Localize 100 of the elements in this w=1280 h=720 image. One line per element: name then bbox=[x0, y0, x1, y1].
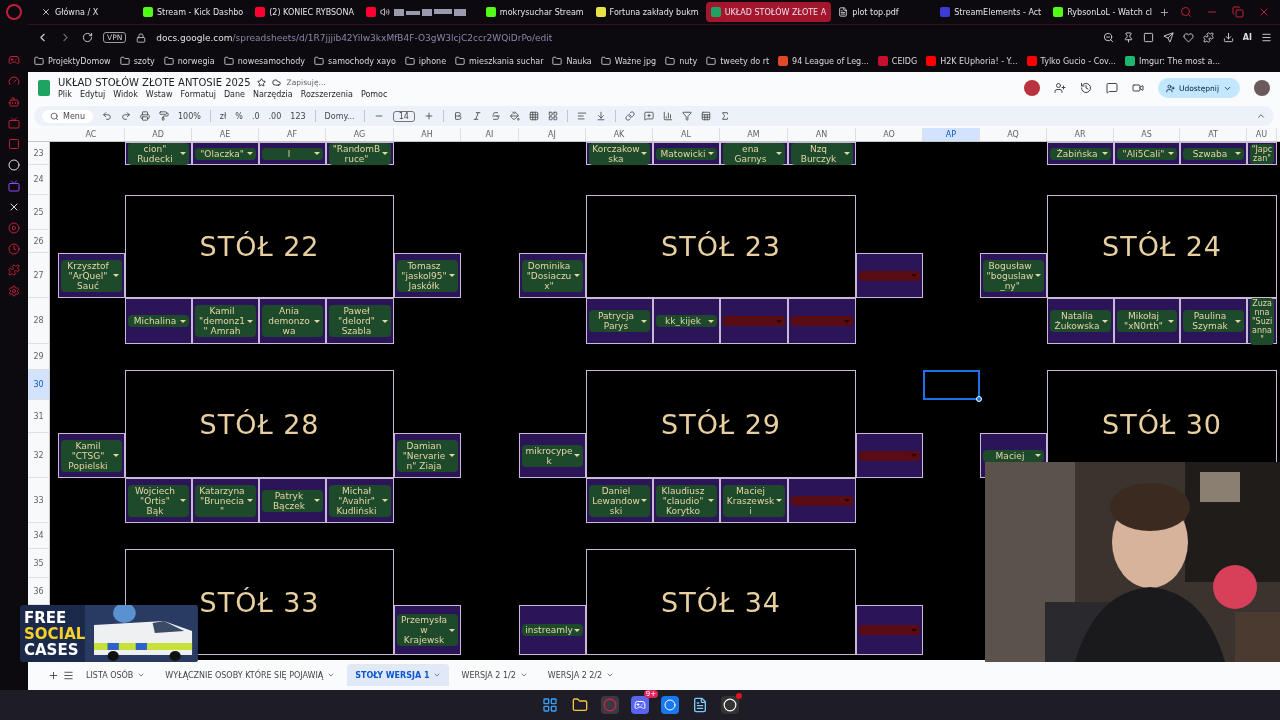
sheet-tab[interactable]: LISTA OSÓB bbox=[78, 664, 154, 686]
print-icon[interactable] bbox=[139, 111, 150, 121]
name-dropdown-chip[interactable]: "Japczan" bbox=[1250, 143, 1274, 164]
vertical-align-icon[interactable] bbox=[595, 111, 606, 121]
name-dropdown-chip[interactable]: Paulina Szymak bbox=[1183, 310, 1244, 332]
start-icon[interactable] bbox=[541, 696, 559, 714]
row-number[interactable]: 36 bbox=[28, 578, 50, 605]
column-header[interactable]: AR bbox=[1047, 128, 1114, 141]
x-icon[interactable] bbox=[8, 201, 20, 213]
menu-item[interactable]: Narzędzia bbox=[253, 90, 293, 99]
name-dropdown-chip[interactable]: Mikołaj "xN0rth" bbox=[1117, 310, 1177, 332]
chat-app-icon[interactable] bbox=[631, 696, 649, 714]
column-header[interactable]: AI bbox=[461, 128, 519, 141]
tv-icon[interactable] bbox=[8, 117, 20, 129]
all-sheets-icon[interactable] bbox=[63, 669, 74, 681]
column-header[interactable]: AH bbox=[394, 128, 461, 141]
collapse-icon[interactable] bbox=[1256, 111, 1266, 121]
decrease-decimal-button[interactable]: .0 bbox=[251, 111, 260, 121]
fill-color-icon[interactable] bbox=[509, 111, 520, 121]
row-number[interactable]: 23 bbox=[28, 142, 50, 165]
star-icon[interactable] bbox=[256, 78, 266, 87]
browser-tab[interactable]: Stream - Kick Dashbo bbox=[138, 2, 249, 22]
circle-icon[interactable] bbox=[8, 159, 20, 171]
menu-item[interactable]: Pomoc bbox=[360, 90, 388, 99]
menu-item[interactable]: Plik bbox=[58, 90, 72, 99]
filter-view-icon[interactable] bbox=[700, 111, 711, 121]
name-dropdown-chip[interactable]: Żabińska bbox=[1050, 147, 1111, 160]
row-number[interactable]: 28 bbox=[28, 298, 50, 344]
name-dropdown-chip[interactable]: Korczakowska bbox=[589, 142, 650, 165]
menu-icon[interactable] bbox=[1261, 32, 1272, 43]
bold-icon[interactable] bbox=[452, 111, 463, 121]
chart-icon[interactable] bbox=[662, 111, 673, 121]
square-icon[interactable] bbox=[8, 138, 20, 150]
menu-item[interactable]: Edytuj bbox=[79, 90, 106, 99]
name-dropdown-chip[interactable]: Klaudiusz "claudio" Korytko bbox=[656, 484, 717, 517]
sheet-tab[interactable]: WYŁĄCZNIE OSOBY KTÓRE SIĘ POJAWIĄ bbox=[157, 664, 344, 686]
social-app-icon[interactable] bbox=[661, 696, 679, 714]
menu-item[interactable]: Wstaw bbox=[145, 90, 173, 99]
name-dropdown-chip[interactable]: instreamly bbox=[522, 624, 583, 636]
name-dropdown-chip[interactable]: "Ali5Cali" bbox=[1117, 147, 1177, 160]
name-dropdown-chip[interactable]: cion" Rudecki bbox=[128, 142, 189, 165]
document-title[interactable]: UKŁAD STOŁÓW ZŁOTE ANTOSIE 2025 bbox=[58, 77, 251, 88]
functions-icon[interactable] bbox=[719, 111, 730, 121]
menu-item[interactable]: Formatuj bbox=[180, 90, 216, 99]
strikethrough-icon[interactable] bbox=[490, 111, 501, 121]
name-dropdown-chip[interactable]: Krzysztof "ArQuel" Sauć bbox=[61, 259, 122, 292]
name-dropdown-chip[interactable]: Paweł "delord" Szabla bbox=[329, 305, 391, 337]
robot-icon[interactable] bbox=[8, 96, 20, 108]
undo-icon[interactable] bbox=[101, 111, 112, 121]
column-header[interactable]: AT bbox=[1180, 128, 1247, 141]
history-icon[interactable] bbox=[1080, 82, 1092, 94]
name-dropdown-chip[interactable]: ena Garnys bbox=[723, 142, 785, 165]
menu-item[interactable]: Dane bbox=[223, 90, 245, 99]
browser-tab[interactable]: RybsonLoL - Watch cl bbox=[1048, 2, 1158, 22]
browser-tab[interactable]: UKŁAD STOŁÓW ZŁOTE A bbox=[705, 2, 832, 22]
column-header[interactable]: AK bbox=[586, 128, 653, 141]
browser-logo-icon[interactable] bbox=[6, 4, 22, 20]
column-header[interactable]: AF bbox=[259, 128, 326, 141]
send-icon[interactable] bbox=[1162, 32, 1174, 43]
bookmark[interactable]: nuty bbox=[665, 56, 698, 66]
collaborator-icon[interactable] bbox=[1054, 82, 1066, 94]
menu-item[interactable]: Rozszerzenia bbox=[300, 90, 353, 99]
name-dropdown-chip[interactable]: Ania demonzowa bbox=[262, 305, 323, 337]
bookmark[interactable]: tweety do rt bbox=[706, 56, 770, 66]
name-dropdown-chip[interactable]: "Olaczka" bbox=[195, 147, 256, 160]
name-dropdown-chip[interactable]: Wojciech "Ortis" Bąk bbox=[128, 484, 189, 517]
row-number[interactable]: 30 bbox=[28, 370, 50, 400]
name-dropdown-chip[interactable]: l bbox=[262, 147, 323, 160]
bookmark[interactable]: Nauka bbox=[552, 56, 592, 66]
paint-format-icon[interactable] bbox=[158, 111, 169, 121]
tv-icon[interactable] bbox=[8, 180, 20, 192]
close-icon[interactable] bbox=[1258, 6, 1270, 18]
search-menu-field[interactable]: Menu bbox=[42, 109, 93, 123]
row-number[interactable]: 27 bbox=[28, 253, 50, 298]
row-number[interactable]: 34 bbox=[28, 523, 50, 549]
new-tab-icon[interactable] bbox=[1159, 6, 1171, 18]
bookmark[interactable]: nowesamochody bbox=[223, 56, 306, 66]
bookmark[interactable]: Tylko Gucio - Cov... bbox=[1026, 56, 1116, 66]
browser-tab[interactable]: Główna / X bbox=[36, 2, 136, 22]
zoom-select[interactable]: 100% bbox=[177, 111, 201, 121]
gauge-icon[interactable] bbox=[8, 75, 20, 87]
row-number[interactable]: 35 bbox=[28, 549, 50, 578]
row-number[interactable]: 31 bbox=[28, 400, 50, 433]
name-dropdown-chip[interactable]: Patrycja Parys bbox=[589, 310, 650, 332]
name-dropdown-chip[interactable]: Matowicki bbox=[656, 147, 717, 160]
browser-icon[interactable] bbox=[601, 696, 619, 714]
name-dropdown-chip[interactable]: Patryk Bączek bbox=[262, 489, 323, 512]
settings-icon[interactable] bbox=[8, 285, 20, 297]
currency-button[interactable]: zł bbox=[219, 111, 227, 121]
fill-handle[interactable] bbox=[976, 396, 982, 402]
recorder-icon[interactable] bbox=[721, 696, 739, 714]
name-dropdown-chip[interactable]: Damian "Nervarien" Ziaja bbox=[397, 439, 458, 472]
bookmark[interactable]: samochody xayo bbox=[314, 56, 396, 66]
plus-icon[interactable] bbox=[423, 111, 434, 121]
column-header[interactable]: AE bbox=[192, 128, 259, 141]
filter-icon[interactable] bbox=[681, 111, 692, 121]
font-size-field[interactable]: 14 bbox=[392, 110, 415, 122]
row-number[interactable]: 25 bbox=[28, 195, 50, 230]
column-header[interactable]: AC bbox=[58, 128, 125, 141]
sheet-tab[interactable]: STOŁY WERSJA 1 bbox=[347, 664, 450, 686]
